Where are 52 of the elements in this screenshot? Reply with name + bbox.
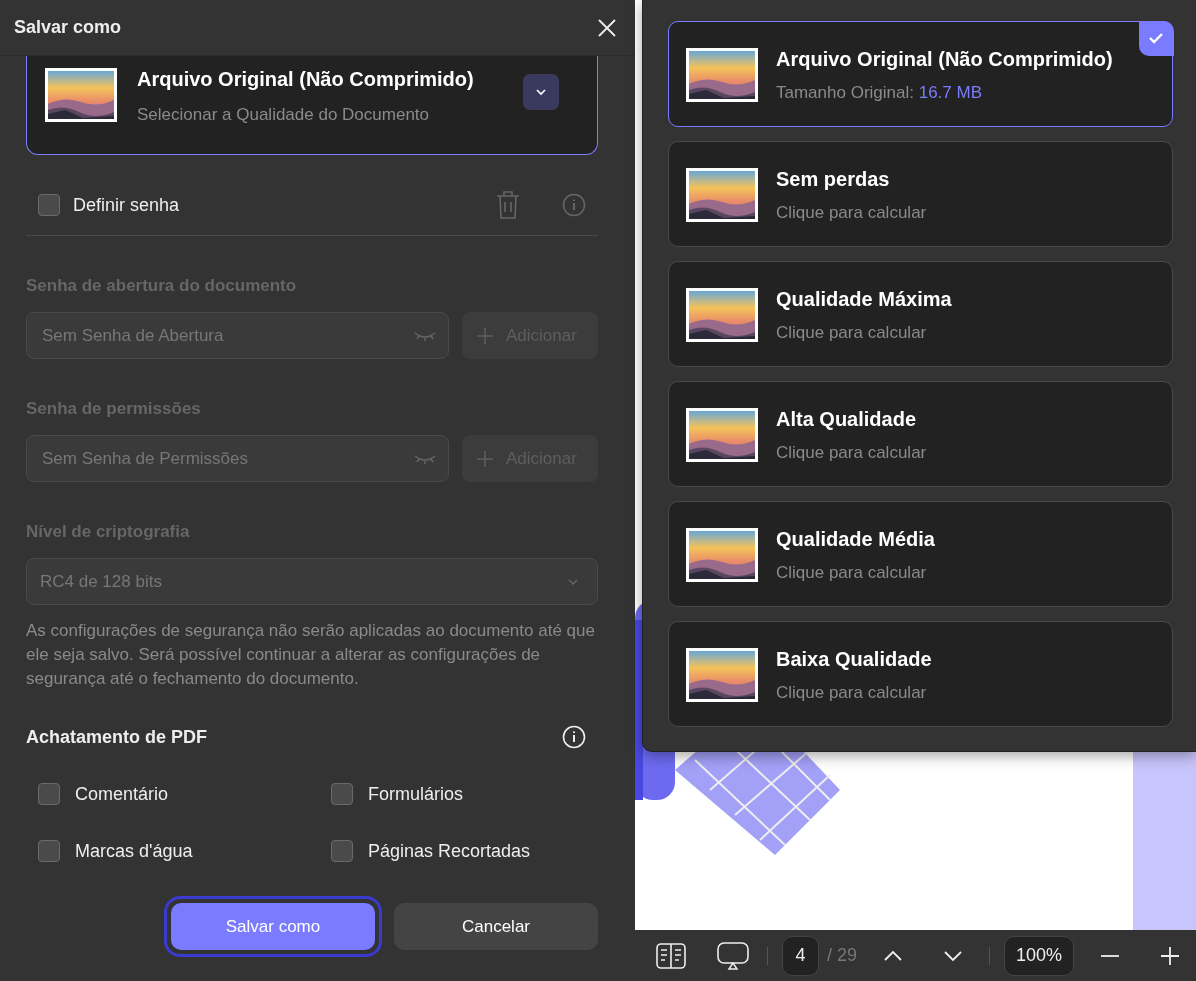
book-icon[interactable] xyxy=(656,942,686,969)
option-subtitle: Clique para calcular xyxy=(776,323,928,343)
option-title: Qualidade Máxima xyxy=(776,288,953,311)
checkbox[interactable] xyxy=(38,194,60,216)
quality-option[interactable]: Qualidade Máxima Clique para calcular xyxy=(668,261,1173,367)
quality-option[interactable]: Baixa Qualidade Clique para calcular xyxy=(668,621,1173,727)
dropdown-button[interactable] xyxy=(523,74,559,110)
close-icon[interactable] xyxy=(597,17,617,38)
quality-option[interactable]: Sem perdas Clique para calcular xyxy=(668,141,1173,247)
quality-option[interactable]: Qualidade Média Clique para calcular xyxy=(668,501,1173,607)
option-subtitle: Clique para calcular xyxy=(776,203,928,223)
checkbox-label: Definir senha xyxy=(73,194,180,216)
zoom-out-icon[interactable] xyxy=(1100,953,1121,958)
quality-subtitle: Selecionar a Qualidade do Documento xyxy=(137,105,431,125)
option-subtitle: Clique para calcular xyxy=(776,443,928,463)
option-title: Baixa Qualidade xyxy=(776,648,933,671)
zoom-in-icon[interactable] xyxy=(1160,945,1181,966)
checkbox-label: Comentário xyxy=(75,783,169,805)
chevron-down-icon[interactable] xyxy=(943,949,964,962)
option-subtitle: Tamanho Original: 16.7 MB xyxy=(776,83,983,103)
quality-card[interactable]: Arquivo Original (Não Comprimido) Selecionar a Qualidade do Documento xyxy=(26,56,598,155)
option-title: Qualidade Média xyxy=(776,528,936,551)
checkbox[interactable] xyxy=(331,783,353,805)
presentation-icon[interactable] xyxy=(717,941,749,970)
checkbox[interactable] xyxy=(331,840,353,862)
check-icon xyxy=(1138,20,1174,56)
checkbox[interactable] xyxy=(38,840,60,862)
plus-icon xyxy=(476,449,494,468)
chevron-down-icon xyxy=(535,88,547,96)
page-total: / 29 xyxy=(827,945,858,966)
trash-icon[interactable] xyxy=(495,190,521,220)
option-title: Alta Qualidade xyxy=(776,408,918,431)
option-title: Sem perdas xyxy=(776,168,891,191)
chevron-down-icon xyxy=(567,577,579,586)
quality-title: Arquivo Original (Não Comprimido) xyxy=(137,68,475,91)
option-title: Arquivo Original (Não Comprimido) xyxy=(776,48,1114,71)
quality-option[interactable]: Alta Qualidade Clique para calcular xyxy=(668,381,1173,487)
option-subtitle: Clique para calcular xyxy=(776,563,928,583)
page-number-field[interactable]: 4 xyxy=(782,935,819,976)
security-note: As configurações de segurança não serão aplicadas ao documento até que ele seja salvo. Será possível continuar a alterar as configurações de segurança até o fechamento do documento. xyxy=(26,620,596,690)
section-title: Achatamento de PDF xyxy=(26,726,208,748)
plus-icon xyxy=(476,326,494,345)
zoom-field[interactable]: 100% xyxy=(1004,935,1075,976)
quality-option[interactable]: Arquivo Original (Não Comprimido) Tamanho Original: 16.7 MB xyxy=(668,21,1173,127)
dialog-title: Salvar como xyxy=(14,17,122,38)
checkbox-label: Formulários xyxy=(368,783,464,805)
checkbox[interactable] xyxy=(38,783,60,805)
chevron-up-icon[interactable] xyxy=(883,949,904,962)
checkbox-label: Páginas Recortadas xyxy=(368,840,531,862)
cancel-button[interactable]: Cancelar xyxy=(394,903,598,950)
checkbox-label: Marcas d'água xyxy=(75,840,193,862)
option-subtitle: Clique para calcular xyxy=(776,683,928,703)
